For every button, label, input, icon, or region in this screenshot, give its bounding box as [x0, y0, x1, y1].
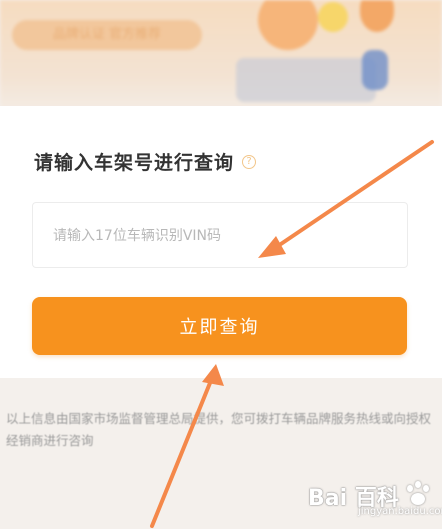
- banner-person-illustration: [362, 50, 388, 90]
- banner-car-illustration: [236, 58, 376, 102]
- vin-input-placeholder: 请输入17位车辆识别VIN码: [53, 228, 221, 244]
- vin-input[interactable]: 请输入17位车辆识别VIN码: [32, 202, 408, 268]
- top-banner: 品牌认证 官方推荐: [0, 0, 442, 110]
- card-header: 请输入车架号进行查询 ?: [34, 148, 257, 175]
- banner-pill-text: 品牌认证 官方推荐: [52, 27, 162, 42]
- banner-balloon-icon: [360, 0, 394, 32]
- card-title: 请输入车架号进行查询: [34, 152, 235, 174]
- banner-illustration: [258, 0, 318, 50]
- footer-note: 以上信息由国家市场监督管理总局提供，您可拨打车辆品牌服务热线或向授权经销商进行咨…: [6, 411, 432, 448]
- help-icon[interactable]: ?: [242, 154, 257, 169]
- query-button-label: 立即查询: [179, 317, 260, 338]
- banner-pill: 品牌认证 官方推荐: [12, 20, 202, 50]
- baidu-watermark: Bai 百科 jingyan.baidu.com: [308, 468, 442, 524]
- query-button[interactable]: 立即查询: [32, 297, 407, 355]
- banner-coin-icon: [318, 2, 348, 32]
- watermark-url: jingyan.baidu.com: [358, 506, 442, 517]
- vin-search-card: 请输入车架号进行查询 ? 请输入17位车辆识别VIN码 立即查询: [0, 106, 442, 378]
